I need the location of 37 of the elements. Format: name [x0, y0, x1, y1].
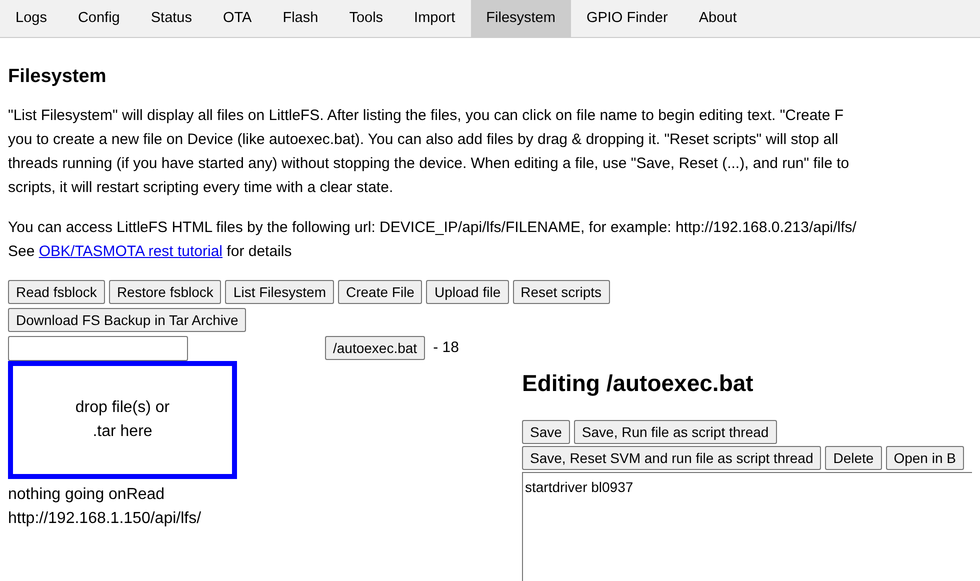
status-text: nothing going onRead http://192.168.1.150/api/lfs/ — [8, 484, 202, 528]
toolbar-button[interactable]: Upload file — [426, 280, 509, 304]
nav-tab[interactable]: Flash — [267, 0, 334, 37]
toolbar-button[interactable]: List Filesystem — [225, 280, 334, 304]
toolbar-button[interactable]: Read fsblock — [8, 280, 105, 304]
nav-tab[interactable]: Config — [62, 0, 136, 37]
nav-tab[interactable]: GPIO Finder — [570, 0, 684, 37]
description-text: "List Filesystem" will display all files on LittleFS. After listing the files, you can click on file name to begin editing text. "Create F — [8, 106, 845, 126]
nav-tab[interactable]: OTA — [207, 0, 268, 37]
description-text: scripts, it will restart scripting every time with a clear state. — [8, 178, 394, 198]
toolbar-button[interactable]: Create File — [338, 280, 422, 304]
description-text: threads running (if you have started any) without stopping the device. When editing a file, use "Save, Reset (...), and run" file to — [8, 154, 850, 174]
nav-tab[interactable]: About — [683, 0, 752, 37]
editor-button[interactable]: Save — [522, 420, 570, 444]
editor-title: Editing /autoexec.bat — [522, 368, 754, 398]
description-text: you to create a new file on Device (like autoexec.bat). You can also add files by drag & dropping it. "Reset scripts" will stop all — [8, 130, 840, 150]
nav-tab[interactable]: Logs — [0, 0, 62, 37]
toolbar-button[interactable]: Download FS Backup in Tar Archive — [8, 308, 246, 332]
editor-button[interactable]: Open in B — [886, 446, 964, 470]
script-editor[interactable]: startdriver bl0937 — [522, 472, 972, 581]
editor-button[interactable]: Delete — [825, 446, 882, 470]
drop-zone[interactable]: drop file(s) or .tar here — [8, 360, 237, 478]
tutorial-link[interactable]: OBK/TASMOTA rest tutorial — [38, 242, 223, 260]
url-info-text: You can access LittleFS HTML files by the following url: DEVICE_IP/api/lfs/FILENAME, for example: http://192.168.0.213/api/lfs/ — [8, 218, 858, 238]
nav-tab[interactable]: Filesystem — [470, 0, 571, 37]
file-size: - 18 — [433, 338, 459, 358]
toolbar-button[interactable]: Reset scripts — [512, 280, 610, 304]
file-name-field[interactable] — [8, 336, 188, 360]
nav-tab[interactable]: Import — [398, 0, 471, 37]
page-heading: Filesystem — [8, 65, 108, 89]
editor-button[interactable]: Save, Run file as script thread — [574, 420, 777, 444]
file-button[interactable]: /autoexec.bat — [325, 336, 426, 360]
nav-tab[interactable]: Status — [135, 0, 208, 37]
toolbar-button[interactable]: Restore fsblock — [108, 280, 222, 304]
tutorial-text: See OBK/TASMOTA rest tutorial for details — [8, 242, 293, 262]
editor-button[interactable]: Save, Reset SVM and run file as script thread — [522, 446, 822, 470]
nav-tab[interactable]: Tools — [334, 0, 399, 37]
